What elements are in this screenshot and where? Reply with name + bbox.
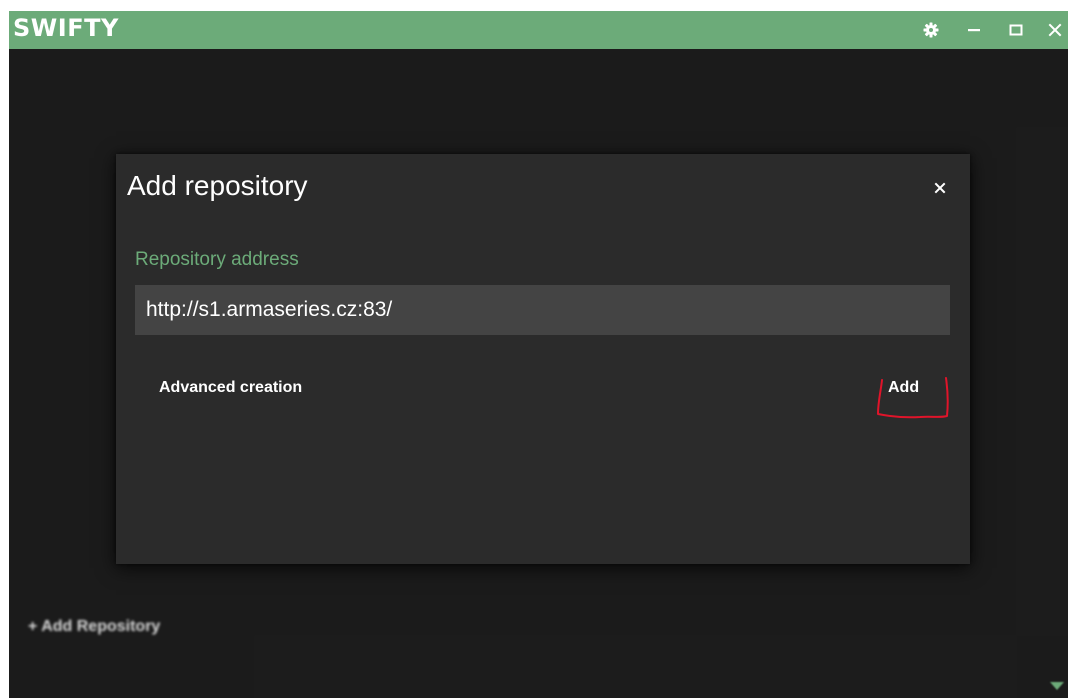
minimize-icon xyxy=(968,29,980,32)
close-icon xyxy=(934,182,946,194)
maximize-icon xyxy=(1009,24,1023,36)
close-window-button[interactable] xyxy=(1044,19,1066,41)
close-icon xyxy=(1048,23,1062,37)
settings-button[interactable] xyxy=(920,19,942,41)
app-title: SWIFTY xyxy=(13,14,119,42)
repository-address-input[interactable] xyxy=(135,285,950,335)
minimize-button[interactable] xyxy=(963,19,985,41)
maximize-button[interactable] xyxy=(1005,19,1027,41)
add-repository-link[interactable]: + Add Repository xyxy=(28,618,160,636)
dialog-title: Add repository xyxy=(127,170,308,201)
app-window: SWIFTY + Add Repository Add repository R… xyxy=(9,11,1068,698)
collapse-arrow-icon[interactable] xyxy=(1050,682,1064,690)
title-bar[interactable]: SWIFTY xyxy=(9,11,1068,49)
dialog-close-button[interactable] xyxy=(930,178,950,198)
add-button[interactable]: Add xyxy=(888,379,919,397)
repository-address-label: Repository address xyxy=(135,249,299,270)
advanced-creation-button[interactable]: Advanced creation xyxy=(159,379,302,397)
add-repository-dialog: Add repository Repository address Advanc… xyxy=(116,154,970,564)
gear-icon xyxy=(923,22,939,38)
